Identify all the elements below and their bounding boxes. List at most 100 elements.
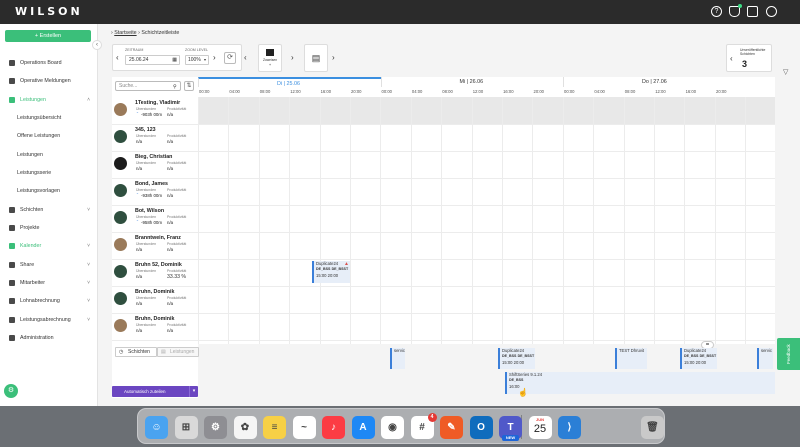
avatar[interactable]: [114, 265, 127, 278]
employee-name[interactable]: Bruhn, Dominik: [135, 316, 174, 322]
sidebar-item-leistungen[interactable]: Leistungen: [0, 146, 98, 164]
hour-label: 20:00: [351, 89, 362, 94]
employee-name[interactable]: Branntwein, Franz: [135, 235, 181, 241]
shift-card[interactable]: Duplicate24 DE_BSS DE_BSST 15:00 20:00 ▲: [312, 261, 350, 283]
sidebar-item-administration[interactable]: Administration: [0, 329, 98, 347]
employee-name[interactable]: Bot, Wilson: [135, 208, 164, 214]
view-next-button[interactable]: ›: [332, 53, 335, 62]
employee-name[interactable]: Bond, James: [135, 181, 168, 187]
auto-assign-button[interactable]: Automatisch zuteilen ▾: [112, 386, 198, 397]
table-view-button[interactable]: ▤: [304, 44, 328, 72]
assign-prev-button[interactable]: ‹: [244, 53, 247, 62]
employee-row[interactable]: Branntwein, Franz Überstunden Produktivitä…: [112, 232, 198, 259]
sort-button[interactable]: ⇅: [184, 81, 194, 91]
unassigned-shift-card[interactable]: TEST Dhruvit: [615, 348, 647, 369]
notes-icon[interactable]: ≡: [263, 416, 286, 439]
sidebar-item-lohnabrechnung[interactable]: Lohnabrechnung ˅: [0, 292, 98, 310]
wilson-logo[interactable]: WILSON: [15, 5, 83, 18]
launchpad-icon[interactable]: ⊞: [174, 416, 198, 439]
auto-assign-dropdown[interactable]: ▾: [189, 386, 198, 397]
assign-next-button[interactable]: ›: [291, 53, 294, 62]
unassigned-shift-card[interactable]: servic: [390, 348, 405, 369]
sidebar-item-operative-meldungen[interactable]: Operative Meldungen: [0, 72, 98, 90]
unassigned-shift-card[interactable]: Duplicate24 DE_BSS DE_BSST 15:00 20:00: [498, 348, 535, 369]
settings-icon[interactable]: ⚙: [204, 416, 227, 439]
sidebar-item-schichten[interactable]: Schichten ˅: [0, 201, 98, 219]
employee-name[interactable]: Bruhn, Dominik: [135, 289, 174, 295]
shift-end: 20:00: [695, 359, 707, 365]
sidebar-item-leistungsvorlagen[interactable]: Leistungsvorlagen: [0, 182, 98, 200]
music-icon[interactable]: ♪: [322, 416, 345, 439]
feedback-tab[interactable]: Feedback: [777, 338, 800, 370]
shift-series-card[interactable]: ShiftSeries 9.1.24 DE_BSS 16:00: [505, 372, 775, 394]
employee-row[interactable]: Bieg, Christian Überstunden Produktivität n…: [112, 151, 198, 178]
employee-row[interactable]: Bruhn 52, Dominik Überstunden Produktivitä…: [112, 259, 198, 286]
breadcrumb-home[interactable]: Startseite: [114, 30, 136, 36]
slack-icon[interactable]: #4: [410, 413, 437, 439]
user-account-icon[interactable]: [766, 6, 777, 17]
avatar[interactable]: [114, 319, 127, 332]
vscode-icon[interactable]: ⟩: [558, 416, 581, 439]
sidebar-item-operations-board[interactable]: Operations Board: [0, 54, 98, 72]
tab-shifts[interactable]: ◷ Schichten: [115, 347, 157, 357]
avatar[interactable]: [114, 130, 127, 143]
create-button[interactable]: + Erstellen: [5, 30, 91, 42]
outlook-icon[interactable]: O: [469, 416, 493, 439]
finder-icon[interactable]: ☺: [145, 416, 168, 439]
trash-icon[interactable]: 🗑: [641, 416, 664, 439]
sidebar-item-mitarbeiter[interactable]: Mitarbeiter ˅: [0, 274, 98, 292]
assign-card[interactable]: Zuweisen +: [258, 44, 282, 72]
unassigned-shift-card[interactable]: servic: [757, 348, 773, 369]
employee-search-input[interactable]: Suche... ⚲: [115, 81, 181, 91]
avatar[interactable]: [114, 157, 127, 170]
employee-name[interactable]: 1Testing, Vladimir: [135, 100, 180, 106]
sidebar-item-offene-leistungen[interactable]: Offene Leistungen: [0, 127, 98, 145]
calendar-icon[interactable]: JUN 25: [528, 416, 552, 439]
chrome-icon[interactable]: ◉: [381, 416, 404, 439]
teams-icon[interactable]: T NEW: [499, 416, 522, 441]
shift-end: 20:00: [327, 272, 339, 278]
employee-row[interactable]: Bond, James Überstunden Produktivität -938h…: [112, 178, 198, 205]
date-input[interactable]: 25.06.24 ▦: [125, 55, 180, 65]
tab-services[interactable]: ▤ Leistungen: [157, 347, 199, 357]
unassigned-shift-card[interactable]: Duplicate24 DE_BSS DE_BSST 15:00 20:00: [680, 348, 717, 369]
filter-icon[interactable]: ▽: [783, 68, 788, 76]
employee-name[interactable]: 345, 123: [135, 127, 156, 133]
next-period-button[interactable]: ›: [213, 53, 216, 62]
employee-name[interactable]: Bieg, Christian: [135, 154, 172, 160]
avatar[interactable]: [114, 184, 127, 197]
sidebar-item-projekte[interactable]: Projekte: [0, 219, 98, 237]
sidebar-item-leistungs-bersicht[interactable]: Leistungsübersicht: [0, 109, 98, 127]
zoom-select[interactable]: 100% ▾: [185, 55, 209, 65]
postman-icon[interactable]: ✎: [440, 416, 463, 439]
sidebar: + Erstellen Operations Board Operative Me…: [0, 24, 98, 406]
freeform-icon[interactable]: ~: [292, 416, 316, 439]
prev-period-button[interactable]: ‹: [116, 53, 119, 62]
gift-icon[interactable]: [747, 6, 758, 17]
employee-name[interactable]: Bruhn 52, Dominik: [135, 262, 182, 268]
sidebar-item-leistungen[interactable]: Leistungen ˄: [0, 91, 98, 109]
avatar[interactable]: [114, 292, 127, 305]
sidebar-item-share[interactable]: Share ˅: [0, 256, 98, 274]
employee-row[interactable]: Bot, Wilson Überstunden Produktivität -958h…: [112, 205, 198, 232]
avatar[interactable]: [114, 211, 127, 224]
sidebar-collapse-button[interactable]: ‹: [92, 40, 102, 50]
employee-row[interactable]: Bruhn, Dominik Überstunden Produktivität n/…: [112, 313, 198, 340]
sidebar-item-leistungsserie[interactable]: Leistungsserie: [0, 164, 98, 182]
appstore-icon[interactable]: A: [351, 416, 375, 439]
photos-icon[interactable]: ✿: [233, 416, 257, 439]
unpublished-shifts-card[interactable]: ‹ Unveröffentlichte Schichten 3: [726, 44, 772, 72]
avatar[interactable]: [114, 238, 127, 251]
refresh-button[interactable]: ⟳: [224, 52, 236, 64]
help-icon[interactable]: ?: [711, 6, 722, 17]
sidebar-item-leistungsabrechnung[interactable]: Leistungsabrechnung ˅: [0, 311, 98, 329]
employee-row[interactable]: 1Testing, Vladimir Überstunden Produktivit…: [112, 97, 198, 124]
employee-row[interactable]: 345, 123 Überstunden Produktivität n/a n/a: [112, 124, 198, 151]
calendar-picker-icon[interactable]: ▦: [172, 56, 177, 64]
sidebar-item-kalender[interactable]: Kalender ˅: [0, 237, 98, 255]
avatar[interactable]: [114, 103, 127, 116]
sidebar-item-label: Share: [20, 261, 35, 268]
chat-icon[interactable]: ⚙: [4, 384, 18, 398]
unpublished-prev-button[interactable]: ‹: [730, 54, 733, 63]
employee-row[interactable]: Bruhn, Dominik Überstunden Produktivität n/…: [112, 286, 198, 313]
